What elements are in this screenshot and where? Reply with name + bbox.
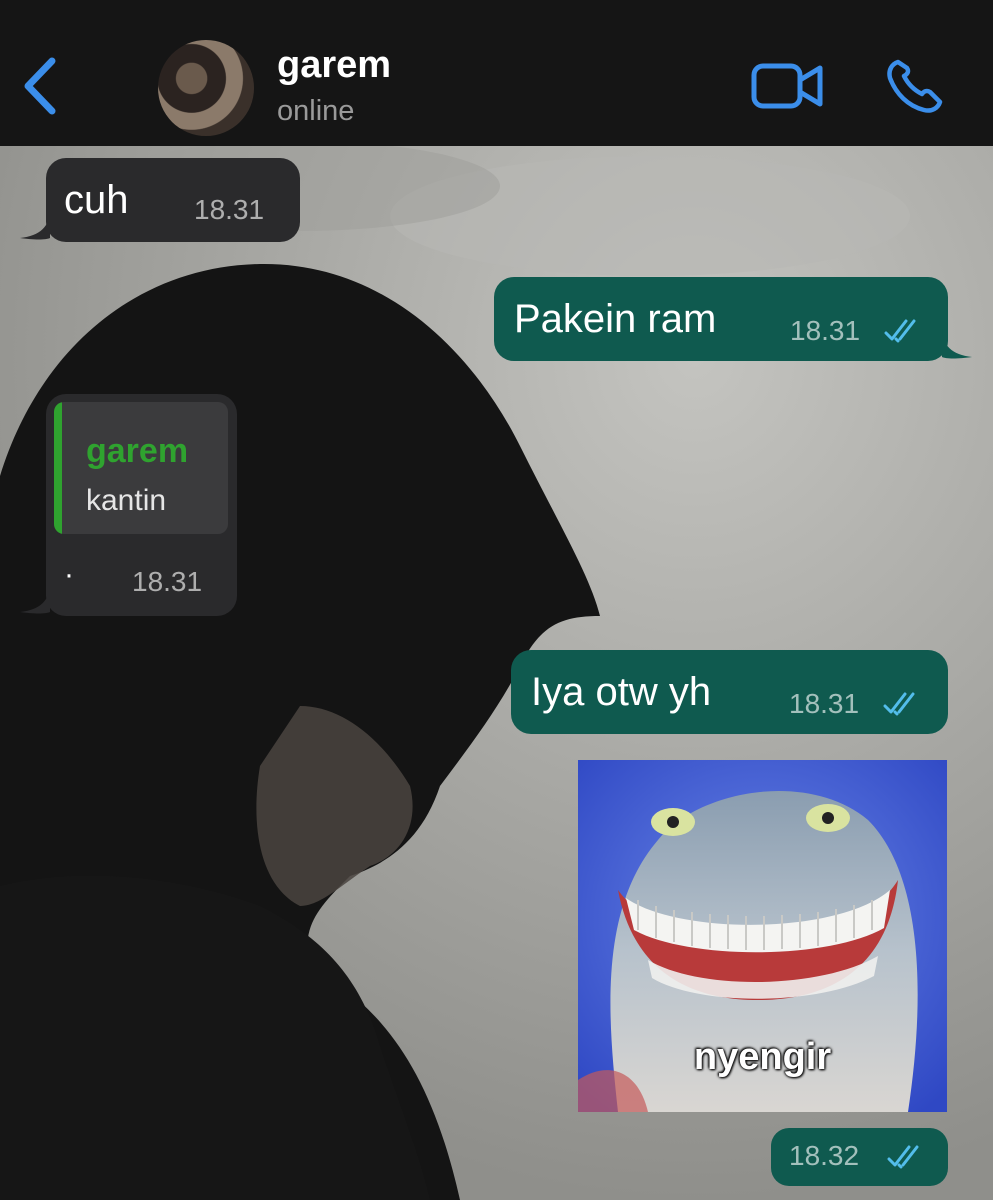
sticker-message[interactable]: nyengir — [578, 760, 947, 1112]
message-text: Pakein ram — [514, 297, 717, 341]
phone-icon[interactable] — [884, 58, 944, 114]
message-text: cuh — [64, 178, 129, 222]
message-time: 18.32 — [789, 1140, 860, 1171]
message-time: 18.31 — [132, 566, 203, 597]
message-bubble-outgoing[interactable]: Pakein ram 18.31 — [494, 277, 972, 361]
chevron-left-icon[interactable] — [18, 55, 62, 117]
sticker-time-pill: 18.32 — [771, 1128, 948, 1186]
message-time: 18.31 — [194, 194, 265, 225]
sticker-caption: nyengir — [693, 1036, 832, 1078]
quote-bar — [54, 402, 62, 534]
chat-header: garem online — [0, 0, 993, 146]
contact-status: online — [277, 95, 355, 127]
quoted-message[interactable]: garem kantin — [54, 402, 228, 534]
message-bubble-incoming[interactable]: cuh 18.31 — [20, 158, 300, 242]
quoted-sender-name: garem — [86, 432, 189, 470]
bubble-tail — [20, 584, 50, 614]
read-ticks-icon — [883, 692, 915, 716]
message-text: Iya otw yh — [531, 670, 712, 714]
chat-area[interactable]: cuh 18.31 Pakein ram 18.31 garem kantin … — [0, 146, 993, 1200]
bubble-tail — [20, 210, 50, 240]
message-time: 18.31 — [790, 315, 861, 346]
video-camera-icon[interactable] — [750, 60, 826, 112]
read-ticks-icon — [884, 319, 916, 343]
avatar[interactable] — [158, 40, 254, 136]
contact-name[interactable]: garem — [277, 44, 391, 87]
message-bubble-incoming-reply[interactable]: garem kantin · 18.31 — [20, 394, 237, 616]
quoted-text: kantin — [86, 484, 167, 517]
message-text: · — [64, 558, 74, 591]
message-time: 18.31 — [789, 688, 860, 719]
read-ticks-icon — [887, 1145, 919, 1169]
bubble-tail — [942, 329, 972, 359]
message-bubble-outgoing[interactable]: Iya otw yh 18.31 — [511, 650, 948, 734]
